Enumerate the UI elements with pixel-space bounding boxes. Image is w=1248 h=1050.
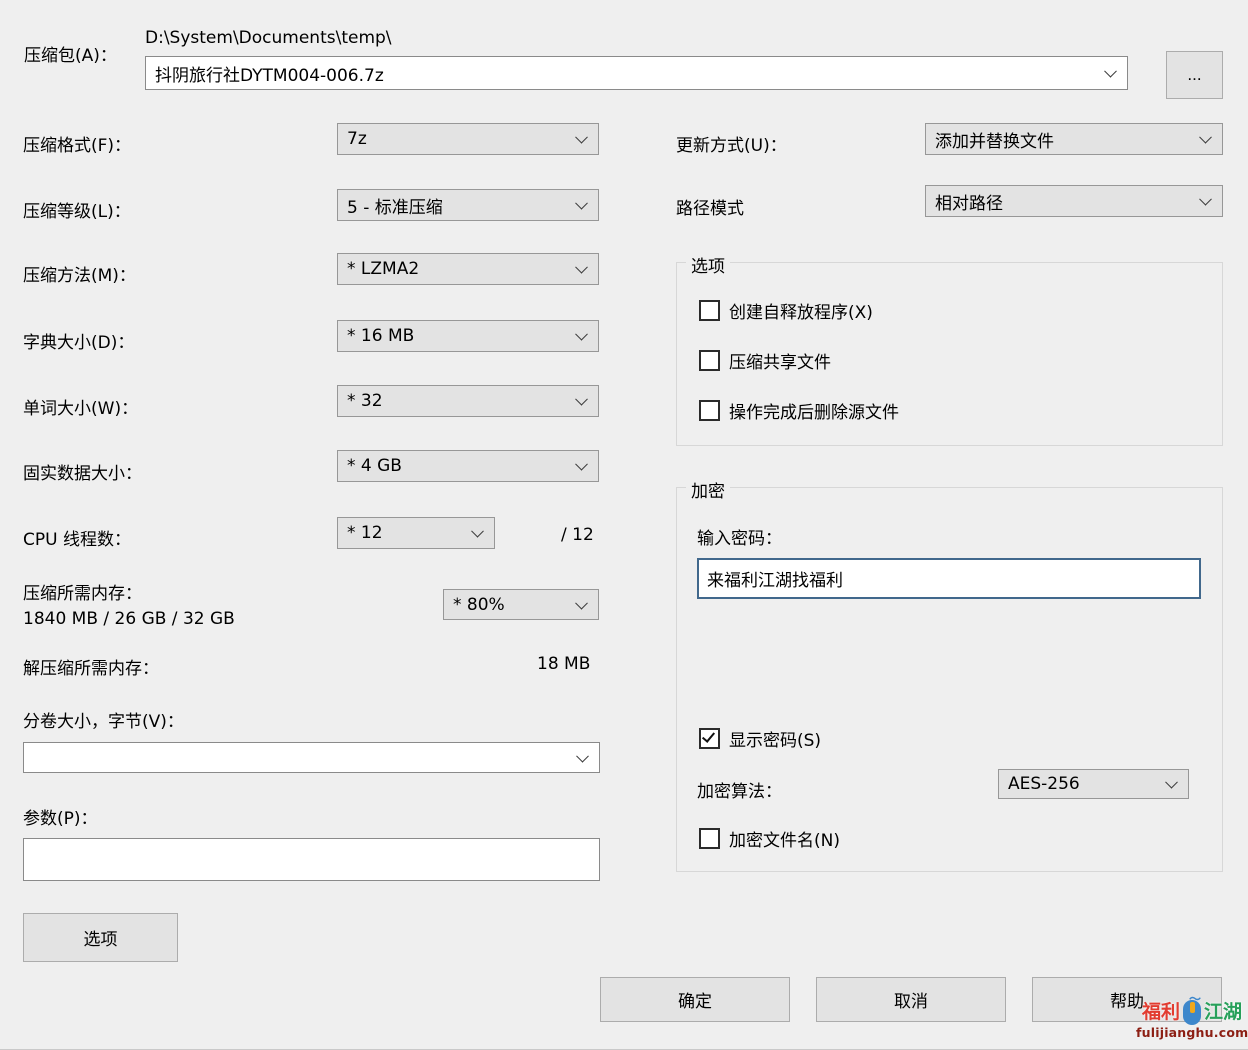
update-mode-label: 更新方式(U)：	[676, 131, 787, 156]
volume-size-combobox[interactable]	[23, 742, 600, 773]
memory-decompress-label: 解压缩所需内存：	[23, 654, 159, 679]
archive-dir-path: D:\System\Documents\temp\	[145, 28, 392, 48]
chevron-down-icon	[575, 131, 588, 144]
watermark-word1: 福利	[1142, 997, 1180, 1024]
browse-button[interactable]: ...	[1166, 51, 1223, 99]
password-label: 输入密码：	[697, 524, 782, 549]
encryption-group-title: 加密	[686, 477, 730, 502]
level-value: 5 - 标准压缩	[347, 193, 443, 218]
solid-block-dropdown[interactable]: * 4 GB	[337, 450, 599, 482]
method-label: 压缩方法(M)：	[23, 261, 136, 286]
chevron-down-icon	[1104, 65, 1117, 78]
cpu-threads-label: CPU 线程数：	[23, 525, 131, 550]
archive-name-value: 抖阴旅行社DYTM004-006.7z	[155, 61, 384, 86]
parameters-label: 参数(P)：	[23, 804, 98, 829]
options-button[interactable]: 选项	[23, 913, 178, 962]
checkbox-icon	[699, 828, 720, 849]
method-dropdown[interactable]: * LZMA2	[337, 253, 599, 285]
encryption-method-value: AES-256	[1008, 774, 1080, 794]
delete-after-checkbox[interactable]: 操作完成后删除源文件	[699, 398, 899, 423]
parameters-input[interactable]	[23, 838, 600, 881]
cpu-threads-max: / 12	[561, 525, 594, 545]
mouse-icon: 〜	[1181, 995, 1203, 1025]
word-size-value: * 32	[347, 391, 383, 411]
volume-size-label: 分卷大小，字节(V)：	[23, 707, 184, 732]
encrypt-names-label: 加密文件名(N)	[729, 826, 840, 851]
compress-shared-label: 压缩共享文件	[729, 348, 831, 373]
add-to-archive-dialog: 压缩包(A)： D:\System\Documents\temp\ 抖阴旅行社D…	[0, 0, 1248, 1050]
chevron-down-icon	[575, 458, 588, 471]
compress-shared-checkbox[interactable]: 压缩共享文件	[699, 348, 831, 373]
solid-block-label: 固实数据大小：	[23, 459, 142, 484]
memory-decompress-value: 18 MB	[537, 654, 590, 674]
delete-after-label: 操作完成后删除源文件	[729, 398, 899, 423]
cpu-threads-dropdown[interactable]: * 12	[337, 517, 495, 549]
dictionary-value: * 16 MB	[347, 326, 414, 346]
format-dropdown[interactable]: 7z	[337, 123, 599, 155]
path-mode-dropdown[interactable]: 相对路径	[925, 185, 1223, 217]
path-mode-value: 相对路径	[935, 189, 1003, 214]
options-group-title: 选项	[686, 252, 730, 277]
memory-percent-value: * 80%	[453, 595, 505, 615]
format-label: 压缩格式(F)：	[23, 131, 131, 156]
cancel-button[interactable]: 取消	[816, 977, 1006, 1022]
chevron-down-icon	[575, 197, 588, 210]
ok-button[interactable]: 确定	[600, 977, 790, 1022]
options-group: 选项 创建自释放程序(X) 压缩共享文件 操作完成后删除源文件	[676, 262, 1223, 446]
checkbox-icon	[699, 728, 720, 749]
chevron-down-icon	[575, 328, 588, 341]
chevron-down-icon	[575, 261, 588, 274]
level-label: 压缩等级(L)：	[23, 197, 131, 222]
memory-compress-value: 1840 MB / 26 GB / 32 GB	[23, 609, 235, 629]
chevron-down-icon	[575, 596, 588, 609]
update-mode-value: 添加并替换文件	[935, 127, 1054, 152]
show-password-label: 显示密码(S)	[729, 726, 821, 751]
chevron-down-icon	[471, 525, 484, 538]
password-value: 来福利江湖找福利	[707, 566, 843, 591]
cpu-threads-value: * 12	[347, 523, 383, 543]
format-value: 7z	[347, 129, 367, 149]
watermark-url: fulijianghu.com	[1136, 1025, 1248, 1040]
show-password-checkbox[interactable]: 显示密码(S)	[699, 726, 821, 751]
chevron-down-icon	[575, 393, 588, 406]
create-sfx-label: 创建自释放程序(X)	[729, 298, 873, 323]
encryption-method-dropdown[interactable]: AES-256	[998, 769, 1189, 799]
level-dropdown[interactable]: 5 - 标准压缩	[337, 189, 599, 221]
encryption-group: 加密 输入密码： 来福利江湖找福利 显示密码(S) 加密算法： AES-256 …	[676, 487, 1223, 872]
dictionary-dropdown[interactable]: * 16 MB	[337, 320, 599, 352]
password-input[interactable]: 来福利江湖找福利	[697, 558, 1201, 599]
archive-name-combobox[interactable]: 抖阴旅行社DYTM004-006.7z	[145, 56, 1128, 90]
checkbox-icon	[699, 350, 720, 371]
create-sfx-checkbox[interactable]: 创建自释放程序(X)	[699, 298, 873, 323]
solid-block-value: * 4 GB	[347, 456, 402, 476]
word-size-label: 单词大小(W)：	[23, 394, 138, 419]
checkbox-icon	[699, 400, 720, 421]
memory-percent-dropdown[interactable]: * 80%	[443, 589, 599, 620]
archive-label: 压缩包(A)：	[24, 41, 117, 66]
chevron-down-icon	[576, 749, 589, 762]
watermark-logo: 福利 〜 江湖 fulijianghu.com	[1136, 995, 1248, 1040]
update-mode-dropdown[interactable]: 添加并替换文件	[925, 123, 1223, 155]
dictionary-label: 字典大小(D)：	[23, 328, 134, 353]
encrypt-names-checkbox[interactable]: 加密文件名(N)	[699, 826, 840, 851]
chevron-down-icon	[1165, 776, 1178, 789]
watermark-word2: 江湖	[1204, 997, 1242, 1024]
chevron-down-icon	[1199, 193, 1212, 206]
path-mode-label: 路径模式	[676, 194, 744, 219]
chevron-down-icon	[1199, 131, 1212, 144]
checkbox-icon	[699, 300, 720, 321]
method-value: * LZMA2	[347, 259, 419, 279]
word-size-dropdown[interactable]: * 32	[337, 385, 599, 417]
encryption-method-label: 加密算法：	[697, 777, 782, 802]
memory-compress-label: 压缩所需内存：	[23, 579, 142, 604]
